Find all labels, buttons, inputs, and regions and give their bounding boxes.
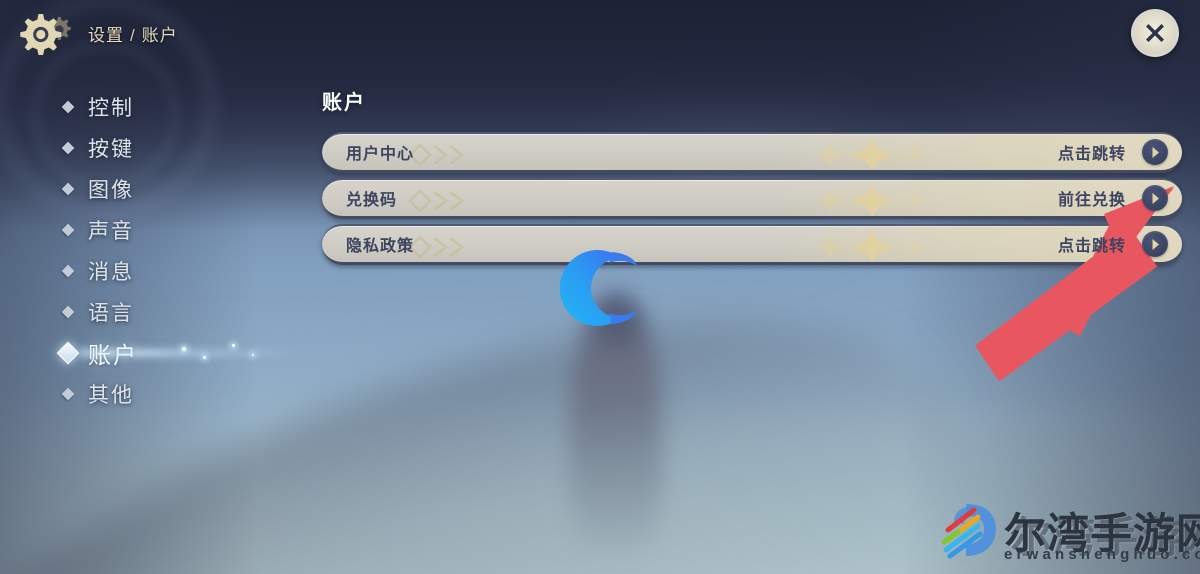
row-label: 兑换码 [346,192,398,209]
chevron-right-icon [1152,192,1159,204]
row-action-label[interactable]: 点击跳转 [1058,232,1126,256]
sidebar-item-label: 消息 [88,260,134,284]
background-character [570,300,662,550]
sidebar-item-label: 其他 [88,383,134,407]
row-ornament-icon [406,140,476,170]
row-sparkle-decoration [752,134,982,170]
sidebar-item-5[interactable]: 语言 [0,291,300,332]
account-row-0[interactable]: 用户中心 点击跳转 [322,132,1182,173]
account-panel: 账户 用户中心 点击跳转 兑换码 前往兑换 隐私政策 点击跳转 [322,86,1182,270]
row-ornament-icon [406,186,476,216]
diamond-bullet-icon [61,100,75,113]
diamond-bullet-icon [61,141,75,154]
diamond-bullet-icon [61,182,75,195]
breadcrumb-current: 账户 [141,26,178,45]
sidebar-item-label: 按键 [88,137,134,161]
header-bar: 设置 / 账户 [0,0,1200,70]
diamond-bullet-icon [61,387,75,400]
sidebar-item-4[interactable]: 消息 [0,250,300,291]
row-action-label[interactable]: 前往兑换 [1058,186,1126,210]
settings-sidebar[interactable]: 控制按键图像声音消息语言账户其他 [0,86,300,414]
account-row-list: 用户中心 点击跳转 兑换码 前往兑换 隐私政策 点击跳转 [322,132,1182,265]
gear-icon [14,10,74,60]
row-ornament-icon [406,232,476,262]
sidebar-item-label: 语言 [88,301,134,325]
chevron-right-icon [1152,146,1159,158]
sidebar-item-1[interactable]: 按键 [0,127,300,168]
chevron-right-icon [1152,238,1159,250]
sidebar-item-label: 账户 [88,341,138,368]
diamond-bullet-icon [61,264,75,277]
row-label: 隐私政策 [346,238,415,255]
close-button[interactable] [1131,9,1179,57]
breadcrumb: 设置 / 账户 [88,21,178,46]
close-icon [1146,24,1164,42]
sidebar-item-3[interactable]: 声音 [0,209,300,250]
row-sparkle-decoration [752,226,982,262]
sidebar-item-label: 图像 [88,178,134,202]
sidebar-item-7[interactable]: 其他 [0,373,300,414]
sparkle-icon [252,354,254,356]
sidebar-item-label: 声音 [88,219,134,243]
breadcrumb-separator: / [130,26,136,45]
row-label: 用户中心 [346,146,415,163]
diamond-bullet-icon [61,305,75,318]
sidebar-item-label: 控制 [88,96,134,120]
diamond-bullet-icon [56,341,80,364]
row-arrow-button[interactable] [1142,231,1168,257]
account-row-1[interactable]: 兑换码 前往兑换 [322,178,1182,219]
row-arrow-button[interactable] [1142,139,1168,165]
row-action-label[interactable]: 点击跳转 [1058,140,1126,164]
page-title: 账户 [322,92,366,114]
breadcrumb-root[interactable]: 设置 [88,26,124,45]
sparkle-icon [203,356,206,359]
sidebar-item-2[interactable]: 图像 [0,168,300,209]
sidebar-item-0[interactable]: 控制 [0,86,300,127]
diamond-bullet-icon [61,223,75,236]
account-row-2[interactable]: 隐私政策 点击跳转 [322,224,1182,265]
sparkle-icon [232,344,235,347]
row-arrow-button[interactable] [1142,185,1168,211]
sparkle-icon [182,347,186,351]
sidebar-item-6[interactable]: 账户 [0,332,300,373]
row-sparkle-decoration [752,180,982,216]
